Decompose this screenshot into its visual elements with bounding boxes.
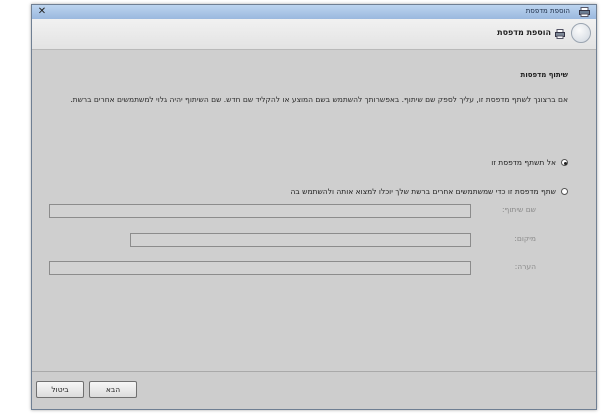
no-share-radio[interactable] bbox=[561, 159, 568, 166]
window-title: הוספת מדפסת bbox=[525, 7, 570, 15]
next-button[interactable]: הבא bbox=[89, 381, 137, 398]
share-label: שתף מדפסת זו כדי שמשתמשים אחרים ברשת שלך… bbox=[290, 187, 556, 196]
back-arrow-button[interactable] bbox=[571, 23, 591, 43]
share-name-label: שם שיתוף: bbox=[502, 205, 536, 214]
section-description: אם ברצונך לשתף מדפסת זו, עליך לספק שם שי… bbox=[70, 95, 568, 104]
wizard-header: הוספת מדפסת bbox=[32, 19, 596, 50]
add-printer-window: ✕ הוספת מדפסת הוספת מדפסת שיתוף מדפסות א… bbox=[31, 4, 597, 410]
wizard-title: הוספת מדפסת bbox=[497, 28, 551, 37]
printer-icon bbox=[579, 7, 590, 17]
wizard-footer: ביטול הבא bbox=[32, 371, 596, 409]
share-option[interactable]: שתף מדפסת זו כדי שמשתמשים אחרים ברשת שלך… bbox=[291, 187, 568, 196]
location-label: מיקום: bbox=[514, 234, 536, 243]
wizard-content: שיתוף מדפסות אם ברצונך לשתף מדפסת זו, על… bbox=[32, 50, 596, 368]
no-share-option[interactable]: אל תשתף מדפסת זו bbox=[491, 158, 568, 167]
location-input[interactable] bbox=[130, 233, 471, 247]
comment-input[interactable] bbox=[49, 261, 471, 275]
section-title: שיתוף מדפסות bbox=[520, 71, 568, 79]
share-name-input[interactable] bbox=[49, 204, 471, 218]
printer-icon bbox=[555, 29, 565, 39]
cancel-button[interactable]: ביטול bbox=[36, 381, 84, 398]
comment-label: הערה: bbox=[514, 262, 536, 271]
no-share-label: אל תשתף מדפסת זו bbox=[491, 158, 556, 167]
share-radio[interactable] bbox=[561, 188, 568, 195]
title-bar: ✕ הוספת מדפסת bbox=[32, 5, 596, 20]
close-button[interactable]: ✕ bbox=[34, 6, 50, 17]
